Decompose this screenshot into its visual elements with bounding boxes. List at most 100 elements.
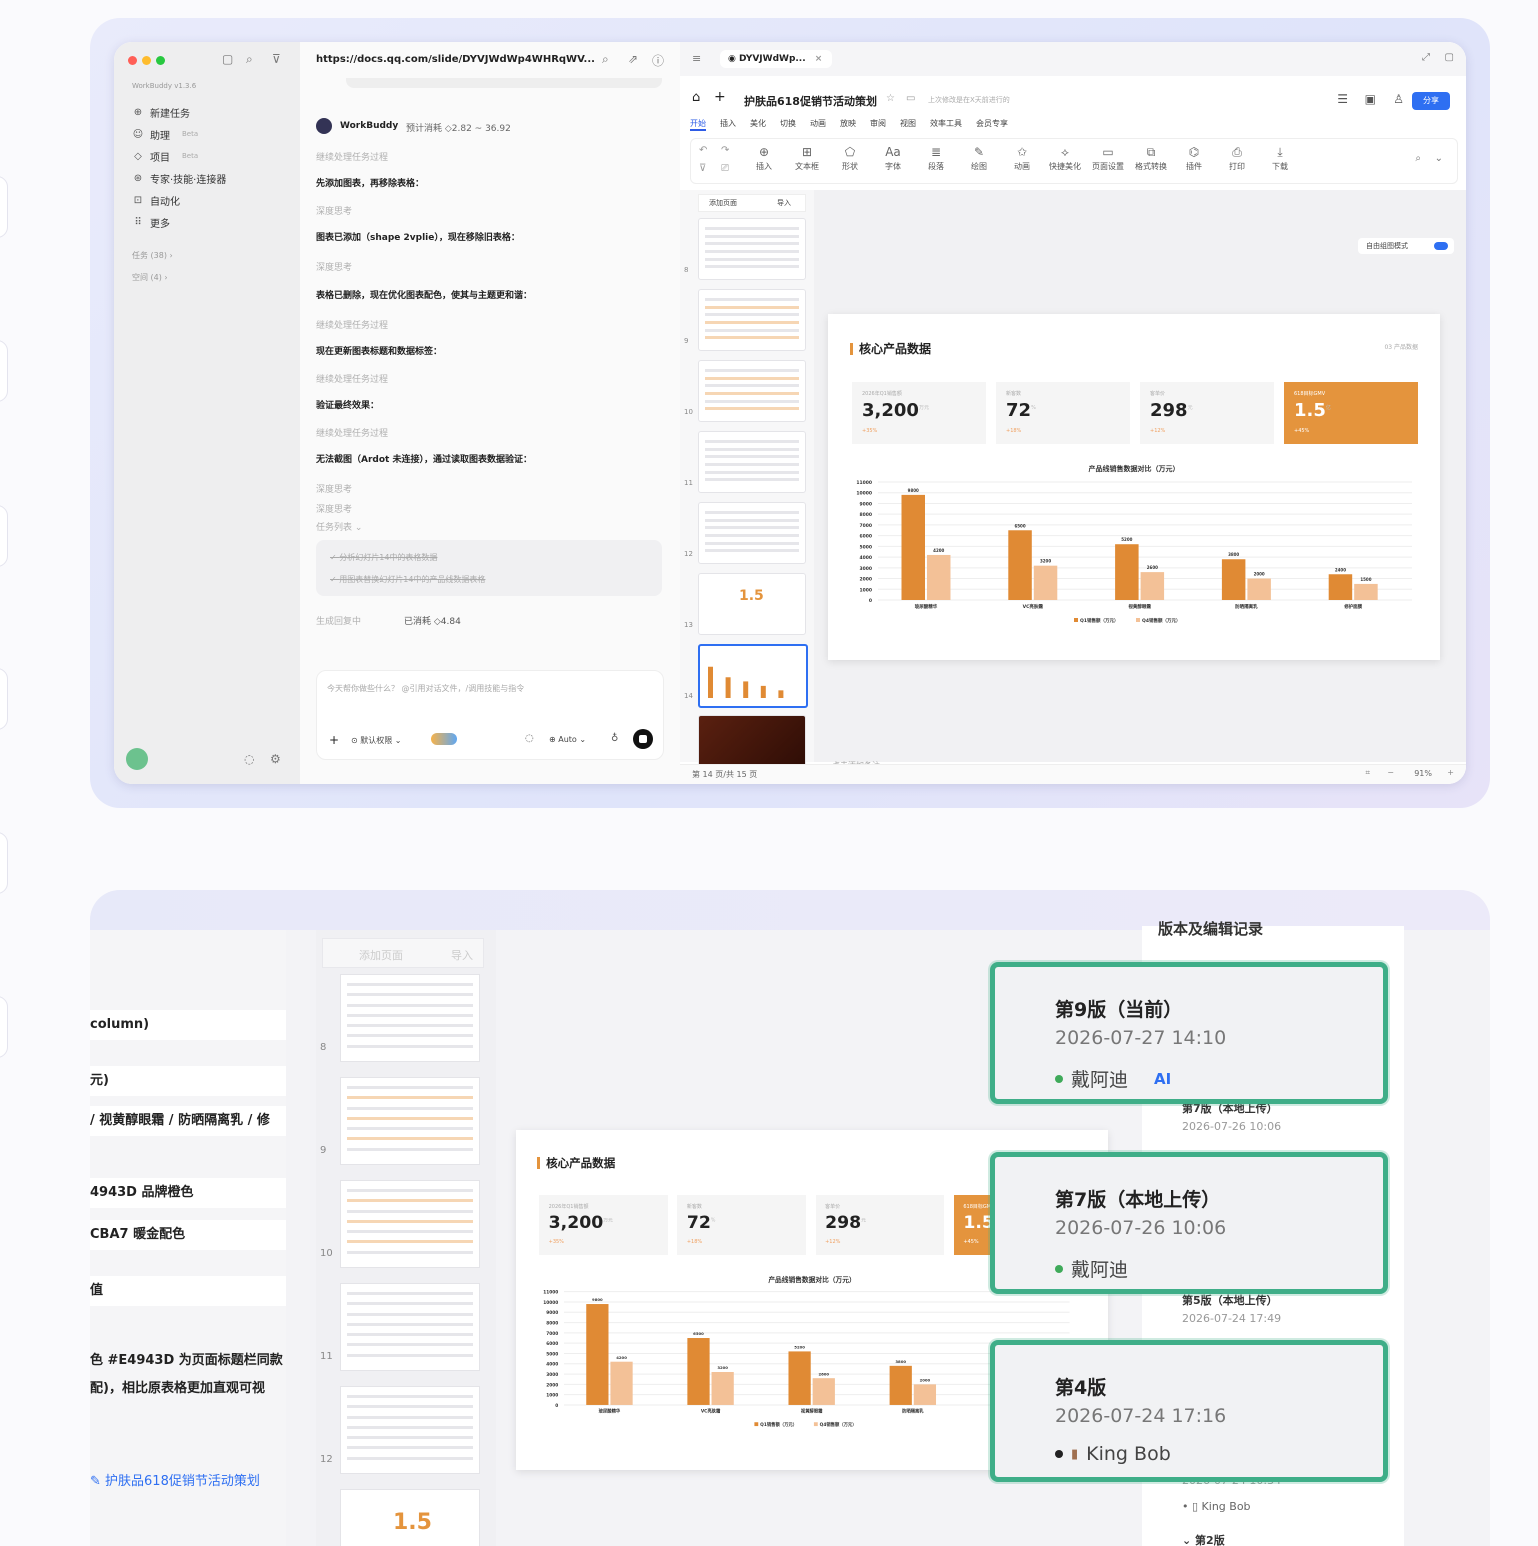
document-title[interactable]: 护肤品618促销节活动策划 bbox=[744, 93, 877, 109]
slide-thumbnail-8[interactable] bbox=[698, 218, 806, 280]
toolbar-button[interactable]: ⊞ 文本框 bbox=[790, 145, 824, 172]
slide-thumbnail-11[interactable] bbox=[340, 1283, 480, 1371]
slide-thumbnail-8[interactable] bbox=[340, 974, 480, 1062]
expand-icon[interactable]: ⤢ bbox=[1422, 52, 1430, 63]
import-button[interactable]: 导入 bbox=[451, 947, 473, 963]
maximize-window-button[interactable] bbox=[156, 56, 165, 65]
sidebar-item[interactable]: ☺ 助理 Beta bbox=[132, 126, 198, 142]
toolbar-button[interactable]: ▭ 页面设置 bbox=[1091, 145, 1125, 172]
clear-format-icon[interactable]: ⎚ bbox=[721, 163, 729, 174]
version-card[interactable]: 第7版（本地上传） 2026-07-26 10:06 戴阿迪 bbox=[990, 1152, 1388, 1294]
permission-select[interactable]: ⊙ 默认权限 ⌄ bbox=[351, 735, 402, 746]
minimize-window-button[interactable] bbox=[142, 56, 151, 65]
ribbon-tab[interactable]: 插入 bbox=[720, 118, 736, 131]
share-button[interactable]: 分享 bbox=[1412, 92, 1450, 110]
stop-button[interactable] bbox=[633, 729, 653, 749]
version-card[interactable]: 第4版 2026-07-24 17:16 ▮ King Bob bbox=[990, 1340, 1388, 1482]
version-item-label[interactable]: ⌄ 第2版 bbox=[1182, 1532, 1225, 1546]
sidebar-item[interactable]: ⠿ 更多 bbox=[132, 214, 170, 230]
spaces-section[interactable]: 空间 (4) › bbox=[132, 272, 168, 283]
slide-thumbnail-11[interactable] bbox=[698, 431, 806, 493]
ribbon-tab[interactable]: 开始 bbox=[690, 118, 706, 131]
add-icon[interactable]: + bbox=[329, 733, 339, 747]
slide-thumbnail-13[interactable]: 1.5 bbox=[340, 1489, 480, 1546]
sidebar-item[interactable]: ⊡ 自动化 bbox=[132, 192, 180, 208]
filter-icon[interactable]: ⊽ bbox=[272, 52, 281, 66]
sidebar-item[interactable]: ◇ 项目 Beta bbox=[132, 148, 198, 164]
slide-thumbnail-12[interactable] bbox=[340, 1386, 480, 1474]
new-icon[interactable]: + bbox=[714, 89, 726, 105]
search-icon[interactable]: ⌕ bbox=[246, 52, 253, 67]
slide-thumbnail-12[interactable] bbox=[698, 502, 806, 564]
slide-thumbnail-13[interactable]: 1.5 bbox=[698, 573, 806, 635]
chat-input-placeholder[interactable]: 今天帮你做些什么？ @引用对话文件，/调用技能与指令 bbox=[327, 683, 524, 694]
zoom-in-icon[interactable]: + bbox=[1447, 768, 1454, 777]
ribbon-tab[interactable]: 放映 bbox=[840, 118, 856, 131]
star-icon[interactable]: ☆ bbox=[886, 93, 895, 104]
import-button[interactable]: 导入 bbox=[777, 198, 791, 208]
toolbar-button[interactable]: ≣ 段落 bbox=[919, 145, 953, 172]
add-page-button[interactable]: 添加页面 bbox=[359, 947, 403, 963]
url-bar[interactable]: https://docs.qq.com/slide/DYVJWdWp4WHRqW… bbox=[316, 54, 595, 65]
slide-thumbnail-10[interactable] bbox=[340, 1180, 480, 1268]
document-link[interactable]: ✎ 护肤品618促销节活动策划 bbox=[90, 1470, 260, 1489]
toolbar-button[interactable]: ⧉ 格式转换 bbox=[1134, 145, 1168, 172]
close-window-button[interactable] bbox=[128, 56, 137, 65]
tab-document[interactable]: ◉ DYVJWdWp... × bbox=[720, 50, 832, 68]
ribbon-tab[interactable]: 效率工具 bbox=[930, 118, 962, 131]
toolbar-button[interactable]: ⟡ 快捷美化 bbox=[1048, 145, 1082, 172]
ribbon-tab[interactable]: 动画 bbox=[810, 118, 826, 131]
format-painter-icon[interactable]: ⊽ bbox=[699, 163, 706, 174]
info-icon[interactable]: ⓘ bbox=[652, 52, 664, 69]
redo-icon[interactable]: ↷ bbox=[721, 145, 729, 156]
menu-icon[interactable]: ☰ bbox=[1337, 92, 1348, 106]
toolbar-button[interactable]: ⤓ 下载 bbox=[1263, 145, 1297, 172]
collaborator-icon[interactable]: ♙ bbox=[1393, 92, 1404, 106]
ribbon-tab[interactable]: 美化 bbox=[750, 118, 766, 131]
ribbon-tab[interactable]: 审阅 bbox=[870, 118, 886, 131]
search-icon[interactable]: ⌕ bbox=[602, 52, 609, 67]
toolbar-button[interactable]: ✎ 绘图 bbox=[962, 145, 996, 172]
home-icon[interactable]: ⌂ bbox=[692, 90, 700, 105]
toolbar-button[interactable]: ⊕ 插入 bbox=[747, 145, 781, 172]
version-item-label[interactable]: 第5版（本地上传） bbox=[1182, 1292, 1278, 1308]
tasks-section[interactable]: 任务 (38) › bbox=[132, 250, 173, 261]
toolbar-button[interactable]: ⌬ 插件 bbox=[1177, 145, 1211, 172]
slide-thumbnail-14[interactable] bbox=[698, 644, 808, 708]
folder-icon[interactable]: ▭ bbox=[906, 93, 915, 104]
chat-input-box[interactable]: 今天帮你做些什么？ @引用对话文件，/调用技能与指令 + ⊙ 默认权限 ⌄ ◌ … bbox=[316, 670, 664, 760]
sidebar-item[interactable]: ⊕ 新建任务 bbox=[132, 104, 190, 120]
ribbon-tab[interactable]: 视图 bbox=[900, 118, 916, 131]
sidebar-item[interactable]: ⊛ 专家·技能·连接器 bbox=[132, 170, 227, 186]
ribbon-tab[interactable]: 切换 bbox=[780, 118, 796, 131]
ribbon-tab[interactable]: 会员专享 bbox=[976, 118, 1008, 131]
mode-select[interactable]: ⊕ Auto ⌄ bbox=[549, 735, 586, 744]
settings-icon[interactable]: ⚙ bbox=[270, 752, 281, 766]
list-icon[interactable]: ≡ bbox=[692, 52, 701, 65]
task-list-toggle[interactable]: 任务列表 ⌄ bbox=[316, 520, 362, 533]
model-icon[interactable] bbox=[431, 733, 457, 745]
slide-thumbnail-10[interactable] bbox=[698, 360, 806, 422]
fit-icon[interactable]: ⌗ bbox=[1365, 768, 1370, 778]
toolbar-button[interactable]: ⎙ 打印 bbox=[1220, 145, 1254, 172]
share-icon[interactable]: ⇗ bbox=[628, 52, 638, 66]
add-page-button[interactable]: 添加页面 bbox=[709, 198, 737, 208]
window-icon[interactable]: ▢ bbox=[1445, 52, 1454, 63]
bell-icon[interactable]: ◌ bbox=[244, 752, 254, 766]
toolbar-button[interactable]: Aa 字体 bbox=[876, 145, 910, 172]
zoom-out-icon[interactable]: − bbox=[1387, 768, 1394, 777]
toolbar-button[interactable]: ⬠ 形状 bbox=[833, 145, 867, 172]
zoom-level[interactable]: 91% bbox=[1414, 769, 1432, 778]
chevron-down-icon[interactable]: ⌄ bbox=[1435, 153, 1443, 164]
comment-icon[interactable]: ▣ bbox=[1365, 92, 1376, 106]
sidebar-toggle-icon[interactable]: ▢ bbox=[222, 52, 233, 66]
slide-thumbnail-9[interactable] bbox=[340, 1077, 480, 1165]
toolbar-button[interactable]: ✩ 动画 bbox=[1005, 145, 1039, 172]
avatar[interactable] bbox=[126, 748, 148, 770]
close-tab-icon[interactable]: × bbox=[815, 54, 823, 64]
version-card[interactable]: 第9版（当前） 2026-07-27 14:10 戴阿迪 AI bbox=[990, 962, 1388, 1104]
search-icon[interactable]: ⌕ bbox=[1415, 153, 1421, 164]
slide-14[interactable]: 核心产品数据 03 产品数据 2026年Q1销售额 3,200万元 +35% 新客数 72%… bbox=[828, 314, 1440, 660]
microphone-icon[interactable]: ♁ bbox=[611, 733, 618, 744]
undo-icon[interactable]: ↶ bbox=[699, 145, 707, 156]
